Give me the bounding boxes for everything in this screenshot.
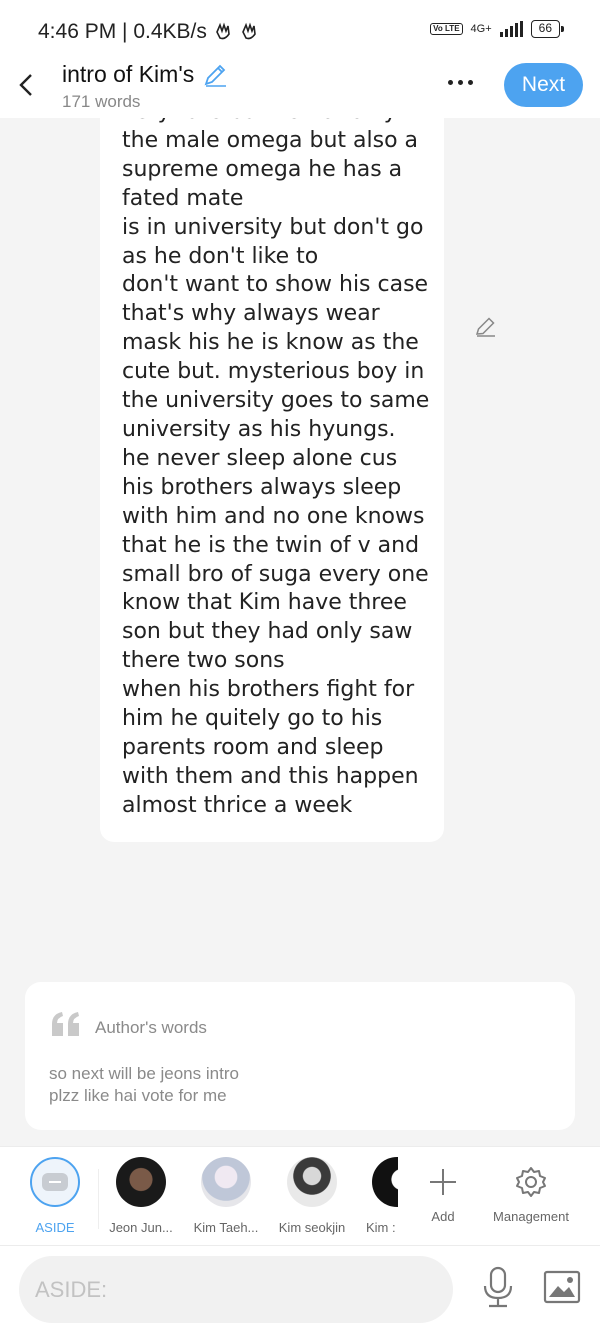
author-words-text: so next will be jeons intro plzz like ha… — [49, 1063, 239, 1107]
story-line: that he is the twin of v and — [122, 532, 420, 558]
avatar — [201, 1157, 251, 1207]
story-line: small bro of suga every one — [122, 561, 429, 587]
author-words-line: so next will be jeons intro — [49, 1064, 239, 1083]
story-text: very rare but he not onlythe male omega … — [122, 118, 432, 821]
story-line: with them and this happen — [122, 763, 419, 789]
management-button[interactable]: Management — [488, 1157, 574, 1224]
story-line: his brothers always sleep — [122, 474, 402, 500]
top-bar: intro of Kim's 171 words Next — [0, 56, 600, 118]
story-line: fated mate — [122, 185, 244, 211]
story-line: him he quitely go to his — [122, 706, 383, 732]
add-label: Add — [431, 1209, 455, 1224]
story-line: don't want to show his case — [122, 272, 429, 298]
signal-icon — [499, 21, 523, 37]
back-arrow-icon[interactable] — [16, 70, 36, 100]
volte-badge: Vo LTE — [430, 23, 463, 35]
story-scroll-area[interactable]: very rare but he not onlythe male omega … — [0, 118, 600, 980]
story-line: that's why always wear — [122, 301, 380, 327]
more-options-icon[interactable] — [448, 80, 473, 85]
notification-icon — [241, 22, 256, 40]
aside-input[interactable] — [19, 1256, 453, 1323]
story-line: is in university but don't go — [122, 214, 424, 240]
story-bubble[interactable]: very rare but he not onlythe male omega … — [100, 118, 444, 842]
battery-icon: 66 — [530, 20, 565, 38]
character-kim-seokjin[interactable]: Kim seokjin — [274, 1157, 350, 1235]
character-jeon[interactable]: Jeon Jun... — [103, 1157, 179, 1235]
network-label: 4G+ — [470, 23, 492, 35]
status-right: Vo LTE 4G+ 66 — [430, 20, 565, 38]
next-button[interactable]: Next — [504, 63, 583, 107]
word-count: 171 words — [62, 92, 141, 111]
title-block: intro of Kim's 171 words — [62, 61, 228, 112]
author-words-title: Author's words — [95, 1018, 207, 1037]
image-icon[interactable] — [543, 1270, 581, 1304]
microphone-icon[interactable] — [481, 1266, 515, 1308]
story-line: he never sleep alone cus — [122, 445, 398, 471]
character-kim-taeh[interactable]: Kim Taeh... — [188, 1157, 264, 1235]
edit-pencil-icon[interactable] — [474, 314, 498, 338]
gear-icon — [516, 1167, 546, 1197]
character-label: Kim Taeh... — [193, 1220, 259, 1235]
plus-icon — [430, 1169, 456, 1195]
story-line: as he don't like to — [122, 243, 319, 269]
story-line: son but they had only saw — [122, 619, 413, 645]
story-line: supreme omega he has a — [122, 156, 403, 182]
notification-icon — [215, 22, 230, 40]
avatar — [372, 1157, 398, 1207]
character-aside[interactable]: ASIDE — [29, 1157, 81, 1235]
story-line: when his brothers fight for — [122, 677, 415, 703]
story-line: the university goes to same — [122, 388, 430, 414]
story-line: university as his hyungs. — [122, 416, 396, 442]
status-left: 4:46 PM | 0.4KB/s — [38, 20, 259, 44]
author-words-card[interactable] — [25, 982, 575, 1130]
quote-icon — [52, 1012, 79, 1036]
character-label: Kim : — [366, 1220, 396, 1235]
story-line: know that Kim have three — [122, 590, 407, 616]
story-title-text: intro of Kim's — [62, 61, 195, 87]
composer — [0, 1246, 600, 1333]
avatar — [287, 1157, 337, 1207]
character-label: Kim seokjin — [278, 1220, 346, 1235]
avatar — [116, 1157, 166, 1207]
character-label: ASIDE — [35, 1220, 75, 1235]
story-line: almost thrice a week — [122, 792, 353, 818]
story-line: mask his he is know as the — [122, 330, 419, 356]
add-character-button[interactable]: Add — [420, 1157, 466, 1224]
story-line: very rare but he not only — [122, 118, 432, 127]
character-label: Jeon Jun... — [109, 1220, 173, 1235]
management-label: Management — [493, 1209, 569, 1224]
story-line: parents room and sleep — [122, 734, 384, 760]
story-line: cute but. mysterious boy in — [122, 359, 425, 385]
divider — [98, 1169, 99, 1229]
status-time: 4:46 PM | 0.4KB/s — [38, 20, 207, 43]
story-line: there two sons — [122, 648, 285, 674]
character-bar: ASIDE Jeon Jun... Kim Taeh... Kim seokji… — [0, 1146, 600, 1246]
character-kim-partial[interactable]: Kim : — [366, 1157, 398, 1235]
pencil-icon[interactable] — [202, 62, 228, 88]
author-words-line: plzz like hai vote for me — [49, 1086, 227, 1105]
status-bar: 4:46 PM | 0.4KB/s Vo LTE 4G+ 66 — [0, 0, 600, 56]
aside-chat-icon — [30, 1157, 80, 1207]
story-line: the male omega but also a — [122, 127, 419, 153]
story-title[interactable]: intro of Kim's — [62, 61, 228, 88]
story-line: with him and no one knows — [122, 503, 425, 529]
